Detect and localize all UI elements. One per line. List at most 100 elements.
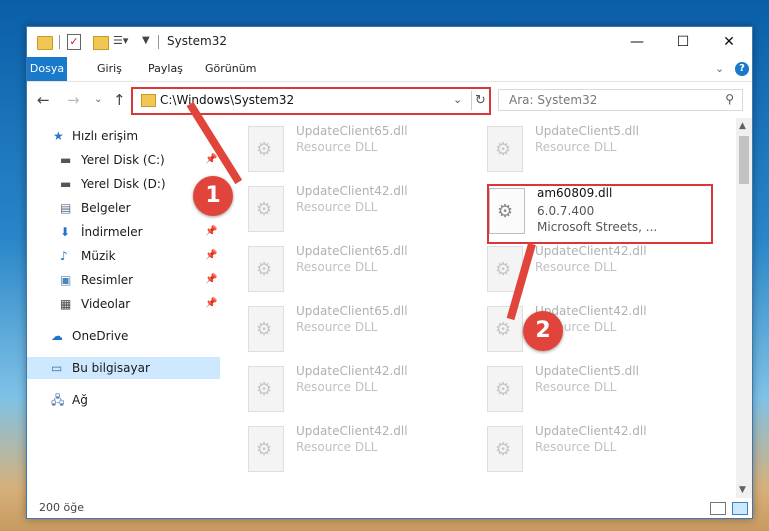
sidebar-item-videos[interactable]: ▦ Videolar 📌	[27, 293, 220, 315]
forward-arrow-icon[interactable]: →	[67, 91, 80, 109]
chevron-down-icon[interactable]: ▼	[142, 35, 150, 51]
sidebar-item-local-disk-c[interactable]: ▬ Yerel Disk (C:) 📌	[27, 149, 220, 171]
recent-locations-icon[interactable]: ⌄	[94, 94, 102, 105]
file-type: Resource DLL	[535, 440, 617, 454]
search-placeholder: Ara: System32	[509, 93, 598, 107]
music-icon: ♪	[60, 249, 68, 263]
file-name: UpdateClient65.dll	[296, 304, 408, 318]
new-folder-icon[interactable]	[93, 36, 109, 50]
dll-file-icon	[248, 246, 284, 292]
close-button[interactable]: ✕	[706, 27, 752, 57]
dll-file-icon	[248, 126, 284, 172]
step-badge-1: 1	[193, 176, 233, 216]
sidebar-item-quick-access[interactable]: ★ Hızlı erişim	[27, 125, 220, 147]
status-bar: 200 öğe	[27, 498, 752, 518]
folder-icon	[141, 94, 156, 107]
sidebar-item-label: Müzik	[81, 249, 116, 263]
window-title: System32	[167, 34, 228, 48]
tab-home[interactable]: Giriş	[87, 57, 132, 81]
sidebar-item-documents[interactable]: ▤ Belgeler	[27, 197, 220, 219]
sidebar-item-label: Resimler	[81, 273, 134, 287]
maximize-button[interactable]: ☐	[660, 27, 706, 57]
address-path[interactable]: C:\Windows\System32	[160, 93, 294, 107]
step-badge-2: 2	[523, 311, 563, 351]
navigation-pane: ★ Hızlı erişim ▬ Yerel Disk (C:) 📌 ▬ Yer…	[27, 118, 222, 498]
dll-file-icon	[248, 366, 284, 412]
address-bar[interactable]: C:\Windows\System32 ⌄ ↻	[131, 87, 491, 115]
ribbon-tabs: Dosya Giriş Paylaş Görünüm ⌄ ?	[27, 57, 752, 82]
sidebar-item-label: Videolar	[81, 297, 131, 311]
file-type: Resource DLL	[296, 140, 378, 154]
help-icon[interactable]: ?	[735, 62, 749, 76]
back-arrow-icon[interactable]: ←	[37, 91, 50, 109]
tab-share[interactable]: Paylaş	[138, 57, 193, 81]
sidebar-item-music[interactable]: ♪ Müzik 📌	[27, 245, 220, 267]
file-name: UpdateClient42.dll	[535, 244, 647, 258]
scroll-up-icon[interactable]: ▲	[739, 121, 746, 131]
title-bar: ✓ ☰▾ ▼ System32 — ☐ ✕	[27, 27, 752, 57]
file-item[interactable]: UpdateClient65.dll Resource DLL	[248, 244, 478, 300]
file-item[interactable]: UpdateClient5.dll Resource DLL	[487, 124, 717, 180]
dll-file-icon	[487, 366, 523, 412]
file-name: UpdateClient42.dll	[296, 184, 408, 198]
dll-file-icon	[487, 426, 523, 472]
file-item[interactable]: UpdateClient42.dllResource DLL	[248, 184, 478, 240]
sidebar-item-downloads[interactable]: ⬇ İndirmeler 📌	[27, 221, 220, 243]
customize-toolbar-icon[interactable]: ☰▾	[113, 34, 128, 50]
divider	[158, 35, 159, 49]
sidebar-item-local-disk-d[interactable]: ▬ Yerel Disk (D:) 📌	[27, 173, 220, 195]
file-item[interactable]: UpdateClient65.dll Resource DLL	[248, 124, 478, 180]
file-type: Resource DLL	[535, 380, 617, 394]
sidebar-item-this-pc[interactable]: ▭ Bu bilgisayar	[27, 357, 220, 379]
file-name: UpdateClient5.dll	[535, 124, 639, 138]
tiles-view-icon[interactable]	[732, 502, 748, 515]
sidebar-item-onedrive[interactable]: ☁ OneDrive	[27, 325, 220, 347]
expand-ribbon-icon[interactable]: ⌄	[715, 62, 724, 75]
pin-icon[interactable]: 📌	[205, 293, 217, 315]
navigation-bar: ← → ⌄ ↑ C:\Windows\System32 ⌄ ↻ Ara: Sys…	[27, 82, 752, 118]
sidebar-item-label: İndirmeler	[81, 225, 143, 239]
address-history-icon[interactable]: ⌄	[453, 93, 462, 106]
file-type: Resource DLL	[535, 260, 617, 274]
sidebar-item-network[interactable]: 🖧 Ağ	[27, 389, 220, 411]
dll-file-icon	[487, 306, 523, 352]
cloud-icon: ☁	[51, 329, 63, 343]
sidebar-item-label: Belgeler	[81, 201, 131, 215]
sidebar-item-label: Bu bilgisayar	[72, 361, 150, 375]
file-item[interactable]: UpdateClient42.dllResource DLL	[248, 364, 478, 420]
vertical-scrollbar[interactable]: ▲ ▼	[736, 118, 752, 498]
file-item[interactable]: UpdateClient42.dllResource DLL	[248, 424, 478, 480]
dll-file-icon	[248, 426, 284, 472]
refresh-icon[interactable]: ↻	[471, 91, 489, 110]
up-arrow-icon[interactable]: ↑	[113, 91, 126, 109]
file-type: Resource DLL	[296, 260, 378, 274]
tab-view[interactable]: Görünüm	[195, 57, 266, 81]
pin-icon[interactable]: 📌	[205, 221, 217, 243]
file-list: UpdateClient65.dll Resource DLL UpdateCli…	[223, 118, 735, 498]
sidebar-item-label: Yerel Disk (D:)	[81, 177, 166, 191]
sidebar-item-label: OneDrive	[72, 329, 129, 343]
network-icon: 🖧	[51, 393, 65, 407]
file-item[interactable]: UpdateClient42.dllResource DLL	[487, 304, 717, 360]
file-item[interactable]: UpdateClient5.dll Resource DLL	[487, 364, 717, 420]
properties-check-icon[interactable]: ✓	[67, 34, 81, 50]
dll-file-icon	[487, 126, 523, 172]
scrollbar-thumb[interactable]	[739, 136, 749, 184]
search-icon[interactable]: ⚲	[725, 92, 734, 106]
file-name: UpdateClient42.dll	[535, 424, 647, 438]
minimize-button[interactable]: —	[614, 27, 660, 57]
scroll-down-icon[interactable]: ▼	[739, 485, 746, 495]
file-name: UpdateClient65.dll	[296, 124, 408, 138]
pin-icon[interactable]: 📌	[205, 269, 217, 291]
file-item[interactable]: UpdateClient42.dll Resource DLL	[487, 424, 717, 480]
document-icon: ▤	[60, 201, 72, 215]
tab-file[interactable]: Dosya	[27, 57, 67, 81]
pin-icon[interactable]: 📌	[205, 245, 217, 267]
explorer-window: ✓ ☰▾ ▼ System32 — ☐ ✕ Dosya Giriş Paylaş…	[26, 26, 753, 519]
sidebar-item-label: Ağ	[72, 393, 88, 407]
sidebar-item-pictures[interactable]: ▣ Resimler 📌	[27, 269, 220, 291]
details-view-icon[interactable]	[710, 502, 726, 515]
search-input[interactable]: Ara: System32 ⚲	[498, 89, 743, 111]
file-type: Resource DLL	[296, 320, 378, 334]
file-item[interactable]: UpdateClient65.dll Resource DLL	[248, 304, 478, 360]
